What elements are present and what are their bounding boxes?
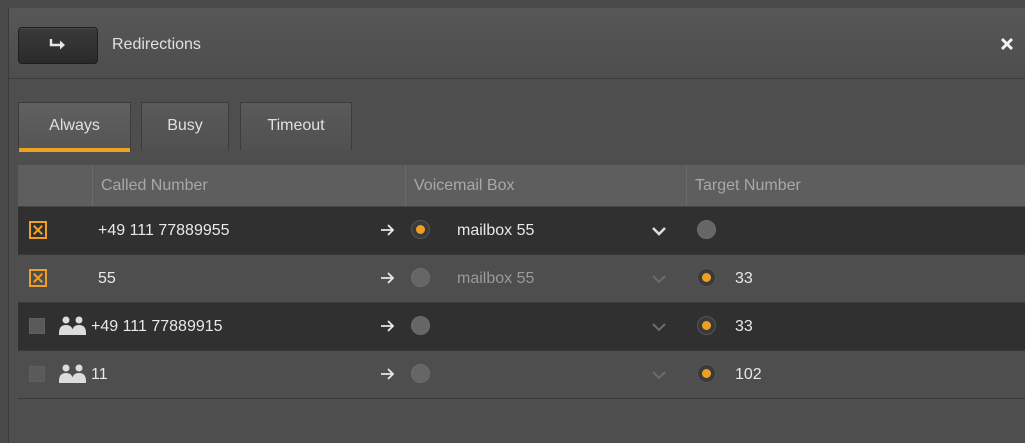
voicemail-box-select[interactable]: mailbox 55 bbox=[457, 255, 534, 302]
called-number: +49 111 77889955 bbox=[98, 222, 230, 239]
redirections-table: Called Number Voicemail Box Target Numbe… bbox=[18, 165, 1025, 399]
chevron-down-icon[interactable] bbox=[651, 370, 667, 380]
column-header-voicemail-box: Voicemail Box bbox=[405, 165, 686, 206]
redirect-arrow-icon bbox=[49, 39, 65, 50]
column-header-target-number: Target Number bbox=[686, 165, 1025, 206]
target-number[interactable]: 102 bbox=[735, 351, 762, 398]
called-number: +49 111 77889915 bbox=[91, 318, 223, 335]
row-enabled-checkbox[interactable] bbox=[29, 269, 47, 287]
redirections-window: Redirections Always Busy Timeout Called … bbox=[8, 8, 1025, 443]
target-radio[interactable] bbox=[697, 220, 716, 239]
table-row[interactable]: +49 111 77889955 mailbox 55 bbox=[18, 207, 1025, 255]
right-arrow-icon bbox=[381, 224, 395, 236]
window-title: Redirections bbox=[112, 36, 201, 53]
voicemail-radio[interactable] bbox=[411, 316, 430, 335]
close-icon[interactable] bbox=[998, 35, 1016, 53]
target-radio[interactable] bbox=[697, 316, 716, 335]
voicemail-box-select[interactable]: mailbox 55 bbox=[457, 207, 534, 254]
right-arrow-icon bbox=[381, 272, 395, 284]
called-number: 11 bbox=[91, 366, 108, 383]
target-number[interactable]: 33 bbox=[735, 255, 753, 302]
chevron-down-icon[interactable] bbox=[651, 226, 667, 236]
tab-busy[interactable]: Busy bbox=[141, 102, 229, 150]
called-number: 55 bbox=[98, 270, 116, 287]
row-enabled-checkbox[interactable] bbox=[29, 221, 47, 239]
target-radio[interactable] bbox=[697, 364, 716, 383]
table-header: Called Number Voicemail Box Target Numbe… bbox=[18, 165, 1025, 207]
redirect-button[interactable] bbox=[18, 27, 98, 64]
row-enabled-checkbox[interactable] bbox=[29, 318, 45, 334]
group-icon bbox=[59, 316, 86, 335]
table-row[interactable]: 55 mailbox 55 33 bbox=[18, 255, 1025, 303]
column-header-called-number: Called Number bbox=[92, 165, 406, 206]
chevron-down-icon[interactable] bbox=[651, 322, 667, 332]
group-icon bbox=[59, 364, 86, 383]
voicemail-radio[interactable] bbox=[411, 220, 430, 239]
row-enabled-checkbox[interactable] bbox=[29, 366, 45, 382]
tab-always[interactable]: Always bbox=[18, 102, 131, 152]
right-arrow-icon bbox=[381, 320, 395, 332]
right-arrow-icon bbox=[381, 368, 395, 380]
table-row[interactable]: 11 102 bbox=[18, 351, 1025, 399]
column-header-select bbox=[18, 165, 100, 206]
target-number[interactable]: 33 bbox=[735, 303, 753, 350]
voicemail-radio[interactable] bbox=[411, 268, 430, 287]
tab-timeout[interactable]: Timeout bbox=[240, 102, 352, 150]
voicemail-radio[interactable] bbox=[411, 364, 430, 383]
chevron-down-icon[interactable] bbox=[651, 274, 667, 284]
title-bar: Redirections bbox=[9, 8, 1025, 79]
table-row[interactable]: +49 111 77889915 33 bbox=[18, 303, 1025, 351]
target-radio[interactable] bbox=[697, 268, 716, 287]
